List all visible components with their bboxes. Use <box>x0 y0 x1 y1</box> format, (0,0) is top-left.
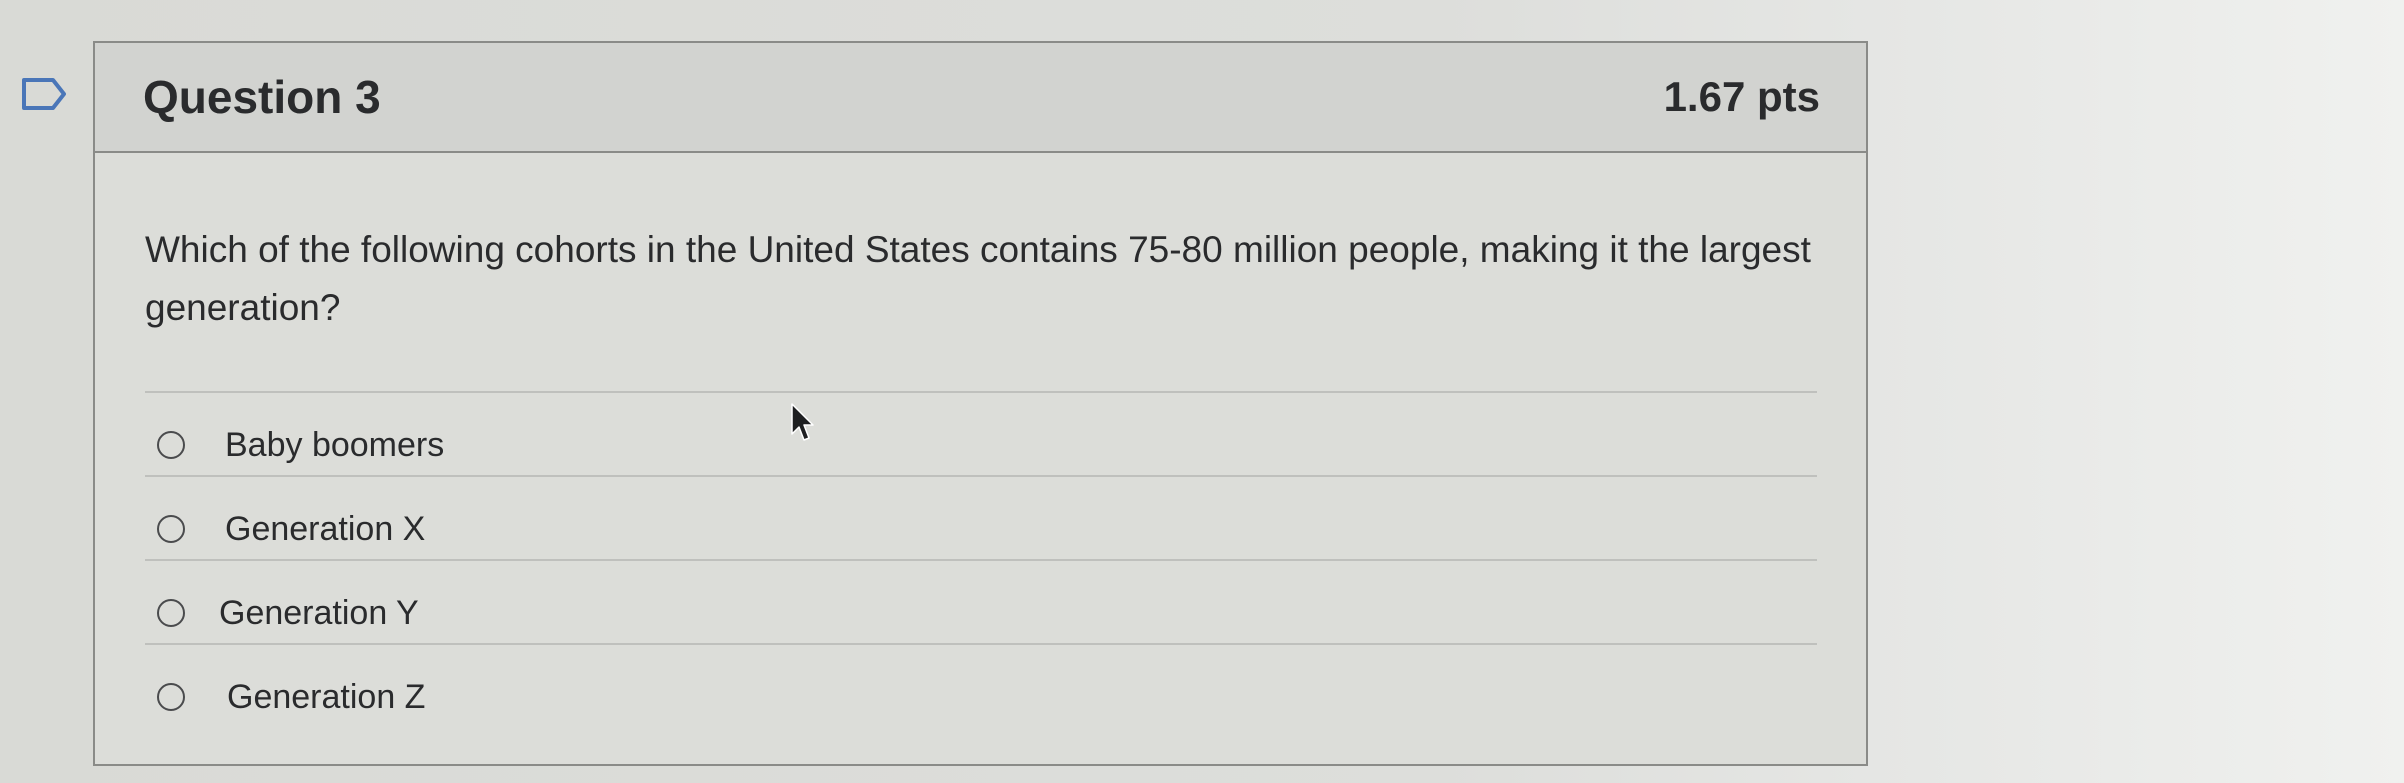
answer-option-generation-z[interactable]: Generation Z <box>157 667 425 727</box>
radio-button[interactable] <box>157 515 185 543</box>
radio-button[interactable] <box>157 683 185 711</box>
answer-label: Generation Y <box>219 593 419 632</box>
divider <box>145 559 1817 561</box>
question-title: Question 3 <box>143 71 381 123</box>
answer-option-generation-x[interactable]: Generation X <box>157 499 425 559</box>
flag-question-icon[interactable] <box>20 76 70 112</box>
answer-label: Generation X <box>225 509 426 548</box>
question-card: Question 3 1.67 pts Which of the followi… <box>93 41 1868 766</box>
question-points: 1.67 pts <box>1663 73 1820 120</box>
question-text: Which of the following cohorts in the Un… <box>145 229 1811 328</box>
answer-label: Generation Z <box>227 677 426 716</box>
question-header: Question 3 1.67 pts <box>95 43 1866 153</box>
divider <box>145 643 1817 645</box>
divider <box>145 475 1817 477</box>
answer-option-generation-y[interactable]: Generation Y <box>157 583 419 643</box>
radio-button[interactable] <box>157 431 185 459</box>
divider <box>145 391 1817 393</box>
mouse-pointer-icon <box>791 403 814 441</box>
answer-option-baby-boomers[interactable]: Baby boomers <box>157 415 444 475</box>
radio-button[interactable] <box>157 599 185 627</box>
answer-label: Baby boomers <box>225 425 445 464</box>
